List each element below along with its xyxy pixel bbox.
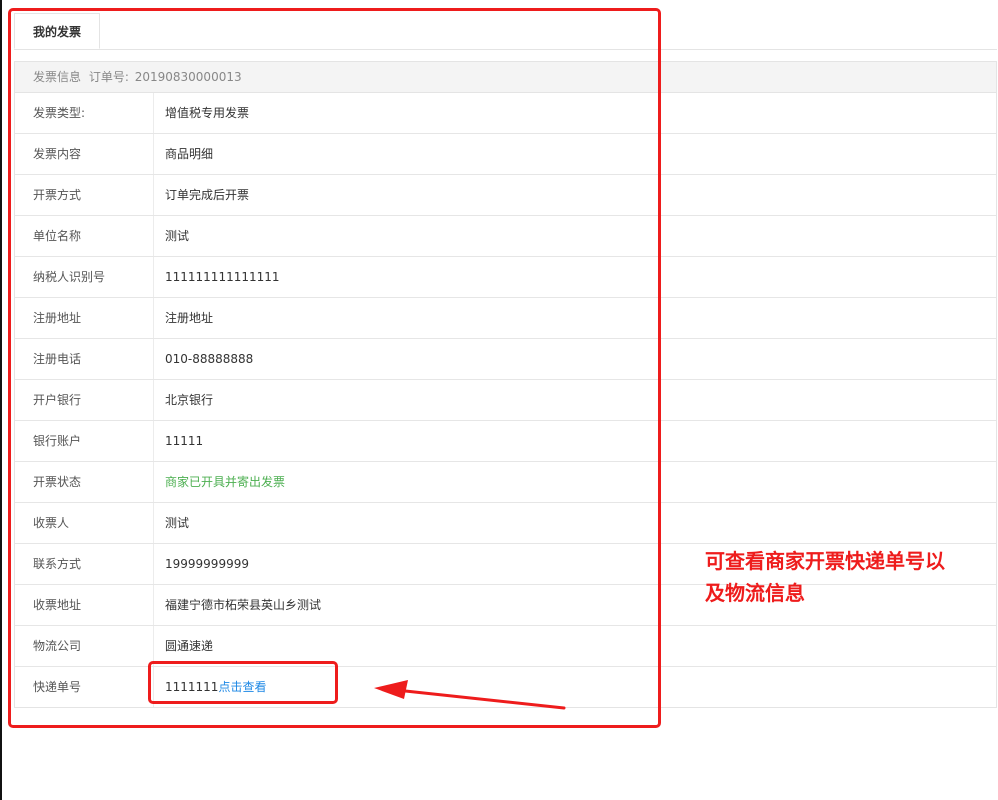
section-title: 发票信息 (33, 70, 82, 84)
field-label-bank-account: 银行账户 (15, 421, 154, 461)
view-tracking-link[interactable]: 点击查看 (218, 680, 266, 694)
table-row: 纳税人识别号 111111111111111 (15, 257, 996, 298)
field-label-invoicing-method: 开票方式 (15, 175, 154, 215)
order-number: 20190830000013 (134, 70, 242, 84)
field-value-invoice-content: 商品明细 (165, 147, 214, 161)
field-label-registered-phone: 注册电话 (15, 339, 154, 379)
table-row: 发票类型: 增值税专用发票 (15, 93, 996, 134)
table-row: 收票人 测试 (15, 503, 996, 544)
tab-bar: 我的发票 (14, 13, 997, 50)
field-value-invoice-type: 增值税专用发票 (165, 106, 250, 120)
table-row: 单位名称 测试 (15, 216, 996, 257)
table-row: 开票方式 订单完成后开票 (15, 175, 996, 216)
table-row: 发票内容 商品明细 (15, 134, 996, 175)
field-value-registered-address: 注册地址 (165, 311, 214, 325)
field-label-company-name: 单位名称 (15, 216, 154, 256)
table-row: 注册地址 注册地址 (15, 298, 996, 339)
field-value-registered-phone: 010-88888888 (165, 352, 254, 366)
window-edge (0, 0, 2, 800)
invoice-status-value: 商家已开具并寄出发票 (165, 475, 286, 489)
field-label-taxpayer-id: 纳税人识别号 (15, 257, 154, 297)
annotation-line-2: 及物流信息 (705, 581, 805, 605)
field-value-invoicing-method: 订单完成后开票 (165, 188, 250, 202)
annotation-arrow (374, 680, 566, 710)
table-row: 注册电话 010-88888888 (15, 339, 996, 380)
field-label-logistics-company: 物流公司 (15, 626, 154, 666)
annotation-line-1: 可查看商家开票快递单号以 (705, 549, 945, 573)
field-value-bank-account: 11111 (165, 434, 204, 448)
field-value-company-name: 测试 (165, 229, 190, 243)
field-value-taxpayer-id: 111111111111111 (165, 270, 280, 284)
field-label-invoice-content: 发票内容 (15, 134, 154, 174)
field-label-recipient-address: 收票地址 (15, 585, 154, 625)
field-label-registered-address: 注册地址 (15, 298, 154, 338)
field-value-recipient: 测试 (165, 516, 190, 530)
field-label-contact: 联系方式 (15, 544, 154, 584)
field-label-invoice-status: 开票状态 (15, 462, 154, 502)
field-value-logistics-company: 圆通速递 (165, 639, 214, 653)
field-label-tracking-number: 快递单号 (15, 667, 154, 707)
annotation-text: 可查看商家开票快递单号以 及物流信息 (705, 545, 990, 609)
table-row: 银行账户 11111 (15, 421, 996, 462)
field-value-bank: 北京银行 (165, 393, 214, 407)
field-label-bank: 开户银行 (15, 380, 154, 420)
tracking-number: 1111111 (165, 680, 219, 694)
invoice-table-header: 发票信息 订单号: 20190830000013 (15, 62, 996, 93)
field-label-recipient: 收票人 (15, 503, 154, 543)
tab-my-invoice[interactable]: 我的发票 (14, 13, 100, 49)
invoice-info-table: 发票信息 订单号: 20190830000013 发票类型: 增值税专用发票 发… (14, 61, 997, 708)
field-label-invoice-type: 发票类型: (15, 93, 154, 133)
table-row: 物流公司 圆通速递 (15, 626, 996, 667)
order-number-label: 订单号: (88, 70, 129, 84)
table-row: 开户银行 北京银行 (15, 380, 996, 421)
table-row: 开票状态 商家已开具并寄出发票 (15, 462, 996, 503)
